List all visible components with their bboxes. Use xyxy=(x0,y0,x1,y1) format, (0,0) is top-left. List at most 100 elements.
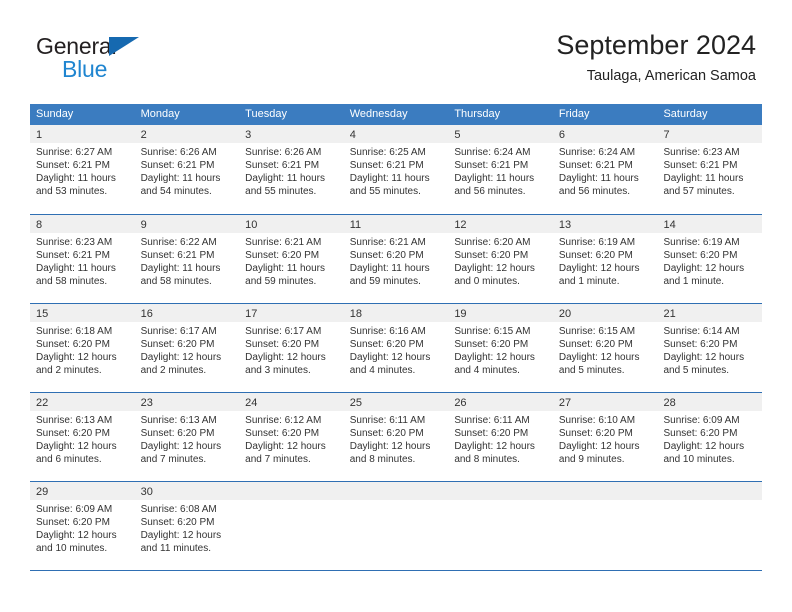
sunset-text: Sunset: 6:20 PM xyxy=(454,428,529,440)
day-sun-info: Sunrise: 6:10 AM Sunset: 6:20 PM Daylight:… xyxy=(553,411,658,466)
sunrise-text: Sunrise: 6:25 AM xyxy=(349,147,426,158)
day-number-band: 1 xyxy=(30,125,135,143)
sunset-text: Sunset: 6:20 PM xyxy=(558,428,633,440)
sunset-text: Sunset: 6:21 PM xyxy=(36,160,110,172)
calendar-empty-cell xyxy=(657,482,763,570)
calendar-empty-cell xyxy=(239,482,344,570)
sunset-text: Sunset: 6:21 PM xyxy=(140,250,215,262)
daylight-text: Daylight: 11 hours and 56 minutes. xyxy=(558,173,639,198)
calendar-day-cell[interactable]: 18 Sunrise: 6:16 AM Sunset: 6:20 PM Dayligh… xyxy=(343,304,449,392)
calendar-day-cell[interactable]: 15 Sunrise: 6:18 AM Sunset: 6:20 PM Dayligh… xyxy=(30,304,135,392)
calendar-day-cell[interactable]: 5 Sunrise: 6:24 AM Sunset: 6:21 PM Daylight… xyxy=(448,125,553,214)
calendar-empty-cell xyxy=(343,482,449,570)
title-block: September 2024 Taulaga, American Samoa xyxy=(556,28,756,87)
calendar-day-cell[interactable]: 23 Sunrise: 6:13 AM Sunset: 6:20 PM Dayligh… xyxy=(134,393,240,481)
calendar-empty-cell xyxy=(552,482,658,570)
sunset-text: Sunset: 6:21 PM xyxy=(36,250,110,262)
day-number: 8 xyxy=(36,219,43,231)
day-number: 26 xyxy=(454,397,467,409)
sunrise-text: Sunrise: 6:21 AM xyxy=(349,237,426,248)
day-sun-info: Sunrise: 6:09 AM Sunset: 6:20 PM Daylight:… xyxy=(657,411,762,466)
sunset-text: Sunset: 6:20 PM xyxy=(140,428,215,440)
daylight-text: Daylight: 11 hours and 58 minutes. xyxy=(36,263,116,288)
calendar-day-cell[interactable]: 20 Sunrise: 6:15 AM Sunset: 6:20 PM Dayligh… xyxy=(552,304,658,392)
sunset-text: Sunset: 6:20 PM xyxy=(558,339,633,351)
day-sun-info: Sunrise: 6:12 AM Sunset: 6:20 PM Daylight:… xyxy=(239,411,344,466)
sunset-text: Sunset: 6:20 PM xyxy=(349,250,424,262)
sunrise-text: Sunrise: 6:17 AM xyxy=(140,326,217,337)
sunrise-text: Sunrise: 6:13 AM xyxy=(36,415,113,426)
daylight-text: Daylight: 11 hours and 55 minutes. xyxy=(349,173,430,198)
calendar-day-cell[interactable]: 8 Sunrise: 6:23 AM Sunset: 6:21 PM Daylight… xyxy=(30,215,135,303)
day-sun-info: Sunrise: 6:23 AM Sunset: 6:21 PM Daylight:… xyxy=(30,233,135,288)
calendar-day-cell[interactable]: 6 Sunrise: 6:24 AM Sunset: 6:21 PM Daylight… xyxy=(552,125,658,214)
calendar-day-cell[interactable]: 27 Sunrise: 6:10 AM Sunset: 6:20 PM Dayligh… xyxy=(552,393,658,481)
sunset-text: Sunset: 6:20 PM xyxy=(454,250,529,262)
day-number: 22 xyxy=(36,397,49,409)
weekday-header-friday: Friday xyxy=(558,108,590,120)
calendar-day-cell[interactable]: 3 Sunrise: 6:26 AM Sunset: 6:21 PM Daylight… xyxy=(239,125,344,214)
calendar-day-cell[interactable]: 25 Sunrise: 6:11 AM Sunset: 6:20 PM Dayligh… xyxy=(343,393,449,481)
sunrise-text: Sunrise: 6:21 AM xyxy=(245,237,322,248)
day-sun-info: Sunrise: 6:16 AM Sunset: 6:20 PM Daylight:… xyxy=(344,322,449,377)
calendar-day-cell[interactable]: 12 Sunrise: 6:20 AM Sunset: 6:20 PM Dayligh… xyxy=(448,215,553,303)
general-blue-logo[interactable]: General Blue xyxy=(36,33,236,89)
daylight-text: Daylight: 12 hours and 5 minutes. xyxy=(558,352,640,377)
sunrise-text: Sunrise: 6:12 AM xyxy=(245,415,322,426)
day-number-band: 10 xyxy=(239,215,344,233)
calendar-day-cell[interactable]: 24 Sunrise: 6:12 AM Sunset: 6:20 PM Dayligh… xyxy=(239,393,344,481)
sunrise-text: Sunrise: 6:15 AM xyxy=(454,326,531,337)
day-number-band xyxy=(448,482,553,500)
day-number: 6 xyxy=(558,129,566,141)
day-sun-info: Sunrise: 6:25 AM Sunset: 6:21 PM Daylight:… xyxy=(344,143,449,198)
day-number: 27 xyxy=(558,397,572,409)
day-sun-info: Sunrise: 6:21 AM Sunset: 6:20 PM Daylight:… xyxy=(344,233,449,288)
calendar-day-cell[interactable]: 17 Sunrise: 6:17 AM Sunset: 6:20 PM Dayligh… xyxy=(239,304,344,392)
calendar-day-cell[interactable]: 22 Sunrise: 6:13 AM Sunset: 6:20 PM Dayligh… xyxy=(30,393,135,481)
calendar-day-cell[interactable]: 19 Sunrise: 6:15 AM Sunset: 6:20 PM Dayligh… xyxy=(448,304,553,392)
calendar-day-cell[interactable]: 10 Sunrise: 6:21 AM Sunset: 6:20 PM Dayligh… xyxy=(239,215,344,303)
calendar-day-cell[interactable]: 13 Sunrise: 6:19 AM Sunset: 6:20 PM Dayligh… xyxy=(552,215,658,303)
day-number: 21 xyxy=(663,308,676,320)
calendar-day-cell[interactable]: 26 Sunrise: 6:11 AM Sunset: 6:20 PM Dayligh… xyxy=(448,393,553,481)
daylight-text: Daylight: 12 hours and 3 minutes. xyxy=(245,352,326,377)
sunrise-text: Sunrise: 6:08 AM xyxy=(140,504,217,515)
day-number-band: 4 xyxy=(343,125,449,143)
calendar-day-cell[interactable]: 14 Sunrise: 6:19 AM Sunset: 6:20 PM Dayligh… xyxy=(657,215,763,303)
daylight-text: Daylight: 11 hours and 56 minutes. xyxy=(454,173,535,198)
calendar-day-cell[interactable]: 11 Sunrise: 6:21 AM Sunset: 6:20 PM Dayligh… xyxy=(343,215,449,303)
calendar-week-row: 15 Sunrise: 6:18 AM Sunset: 6:20 PM Dayligh… xyxy=(30,303,763,392)
calendar-day-cell[interactable]: 7 Sunrise: 6:23 AM Sunset: 6:21 PM Daylight… xyxy=(657,125,763,214)
day-number-band: 28 xyxy=(657,393,763,411)
day-sun-info: Sunrise: 6:11 AM Sunset: 6:20 PM Daylight:… xyxy=(448,411,553,466)
daylight-text: Daylight: 12 hours and 4 minutes. xyxy=(349,352,431,377)
day-sun-info: Sunrise: 6:11 AM Sunset: 6:20 PM Daylight:… xyxy=(344,411,449,466)
sunset-text: Sunset: 6:20 PM xyxy=(349,339,424,351)
day-sun-info xyxy=(553,500,658,503)
day-sun-info: Sunrise: 6:26 AM Sunset: 6:21 PM Daylight:… xyxy=(135,143,240,198)
day-number-band: 22 xyxy=(30,393,135,411)
daylight-text: Daylight: 12 hours and 10 minutes. xyxy=(663,441,745,466)
calendar-day-cell[interactable]: 16 Sunrise: 6:17 AM Sunset: 6:20 PM Dayligh… xyxy=(134,304,240,392)
calendar-day-cell[interactable]: 28 Sunrise: 6:09 AM Sunset: 6:20 PM Dayligh… xyxy=(657,393,763,481)
day-sun-info: Sunrise: 6:17 AM Sunset: 6:20 PM Daylight:… xyxy=(239,322,344,377)
day-sun-info: Sunrise: 6:18 AM Sunset: 6:20 PM Daylight:… xyxy=(30,322,135,377)
calendar-day-cell[interactable]: 4 Sunrise: 6:25 AM Sunset: 6:21 PM Daylight… xyxy=(343,125,449,214)
calendar-day-cell[interactable]: 21 Sunrise: 6:14 AM Sunset: 6:20 PM Dayligh… xyxy=(657,304,763,392)
sunset-text: Sunset: 6:21 PM xyxy=(245,160,320,172)
day-sun-info: Sunrise: 6:19 AM Sunset: 6:20 PM Daylight:… xyxy=(553,233,658,288)
sunrise-text: Sunrise: 6:11 AM xyxy=(349,415,426,426)
sunrise-text: Sunrise: 6:20 AM xyxy=(454,237,531,248)
day-sun-info xyxy=(657,500,762,503)
calendar-day-cell[interactable]: 1 Sunrise: 6:27 AM Sunset: 6:21 PM Daylight… xyxy=(30,125,135,214)
sunset-text: Sunset: 6:21 PM xyxy=(558,160,633,172)
sunrise-text: Sunrise: 6:09 AM xyxy=(663,415,740,426)
calendar-day-cell[interactable]: 29 Sunrise: 6:09 AM Sunset: 6:20 PM Dayligh… xyxy=(30,482,135,570)
day-number-band: 30 xyxy=(134,482,240,500)
calendar-day-cell[interactable]: 2 Sunrise: 6:26 AM Sunset: 6:21 PM Daylight… xyxy=(134,125,240,214)
calendar-day-cell[interactable]: 30 Sunrise: 6:08 AM Sunset: 6:20 PM Dayligh… xyxy=(134,482,240,570)
calendar-week-row: 1 Sunrise: 6:27 AM Sunset: 6:21 PM Daylight… xyxy=(30,125,763,214)
sunrise-text: Sunrise: 6:18 AM xyxy=(36,326,113,337)
calendar-day-cell[interactable]: 9 Sunrise: 6:22 AM Sunset: 6:21 PM Daylight… xyxy=(134,215,240,303)
sunrise-text: Sunrise: 6:24 AM xyxy=(558,147,636,158)
